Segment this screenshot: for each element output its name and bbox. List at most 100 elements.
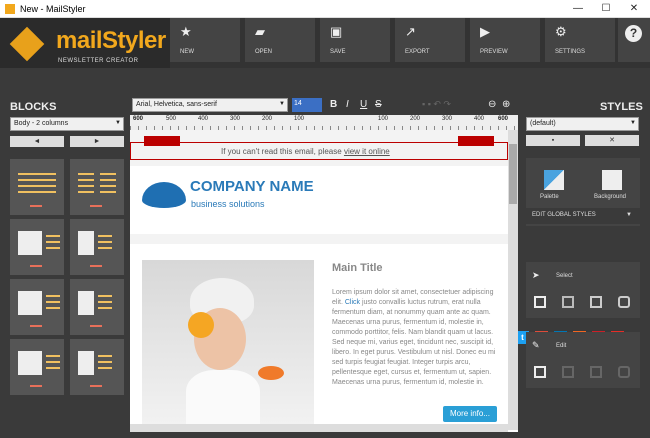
scrollbar-thumb[interactable] [509, 144, 517, 204]
ruler-label: 300 [230, 116, 241, 122]
zoom-in-icon[interactable]: ⊕ [502, 99, 510, 110]
export-button[interactable]: ↗ EXPORT [395, 18, 465, 62]
minimize-button[interactable]: — [564, 0, 592, 18]
window-titlebar: New - MailStyler — ☐ ✕ [0, 0, 650, 18]
ruler-label: 600 [498, 116, 509, 122]
save-style-button[interactable]: ▪ [526, 135, 580, 146]
strikethrough-button[interactable]: S [375, 99, 382, 110]
select-tools-panel: ➤ Select [526, 262, 640, 318]
preheader-text: If you can't read this email, please vie… [221, 147, 390, 156]
block-thumbnail[interactable] [10, 159, 64, 215]
logo-name: mailStyler [56, 27, 166, 54]
preheader-block[interactable]: If you can't read this email, please vie… [130, 142, 508, 160]
background-label: Background [594, 194, 627, 200]
underline-button[interactable]: U [360, 99, 367, 110]
edit-global-label: EDIT GLOBAL STYLES [532, 212, 596, 218]
palette-icon[interactable] [544, 170, 564, 190]
ruler-label: 200 [410, 116, 421, 122]
style-preset-select[interactable]: (default) ▼ [526, 117, 639, 131]
font-size-value: 14 [294, 100, 302, 107]
block-thumbnail[interactable] [70, 279, 124, 335]
settings-label: SETTINGS [555, 49, 586, 55]
chevron-down-icon: ▼ [626, 212, 632, 218]
block-thumbnail[interactable] [70, 219, 124, 275]
view-online-link[interactable]: view it online [344, 147, 390, 156]
block-edit-tools[interactable] [144, 136, 180, 146]
edit-block-icon [562, 366, 574, 378]
company-name: COMPANY NAME [190, 178, 314, 195]
help-button[interactable]: ? [618, 18, 650, 62]
edit-global-styles-button[interactable]: EDIT GLOBAL STYLES ▼ [526, 208, 640, 224]
export-icon: ↗ [405, 24, 416, 39]
app-icon [5, 4, 15, 14]
delete-style-button[interactable]: ✕ [585, 135, 639, 146]
body-text: Lorem ipsum dolor sit amet, consectetuer… [332, 288, 502, 388]
pencil-icon: ✎ [532, 340, 540, 350]
block-thumbnail[interactable] [10, 219, 64, 275]
select-label: Select [556, 273, 573, 279]
cursor-icon: ➤ [532, 270, 540, 280]
app-logo: mailStyler NEWSLETTER CREATOR [0, 18, 170, 68]
palette-label: Palette [540, 194, 559, 200]
ruler-label: 500 [166, 116, 177, 122]
font-family-select[interactable]: Arial, Helvetica, sans-serif ▼ [132, 98, 288, 112]
folder-icon: ▰ [255, 24, 265, 39]
select-grid-icon[interactable] [534, 296, 546, 308]
chevron-down-icon: ▼ [630, 120, 636, 126]
body-text-part: justo convallis luctus rutrum, erat null… [332, 299, 496, 386]
block-layout-value: Body - 2 columns [14, 120, 69, 127]
canvas-scrollbar[interactable] [508, 130, 518, 430]
save-button[interactable]: ▣ SAVE [320, 18, 390, 62]
canvas-hscrollbar[interactable] [130, 424, 508, 432]
block-thumbnail[interactable] [70, 339, 124, 395]
font-size-select[interactable]: 14 [292, 98, 322, 112]
blocks-next-button[interactable]: ► [70, 136, 124, 147]
ruler-label: 400 [474, 116, 485, 122]
flower-icon [258, 366, 284, 380]
close-button[interactable]: ✕ [620, 0, 648, 18]
edit-grid-icon[interactable] [534, 366, 546, 378]
background-icon[interactable] [602, 170, 622, 190]
logo-mark-icon [9, 26, 45, 62]
styles-panel: Palette Background EDIT GLOBAL STYLES ▼ [526, 158, 640, 226]
block-thumbnail[interactable] [10, 279, 64, 335]
new-button[interactable]: ★ NEW [170, 18, 240, 62]
open-button[interactable]: ▰ OPEN [245, 18, 315, 62]
new-label: NEW [180, 49, 194, 55]
logo-subtitle: NEWSLETTER CREATOR [58, 58, 139, 64]
company-logo-icon [142, 182, 186, 208]
header-block[interactable]: COMPANY NAME business solutions [130, 166, 508, 234]
italic-button[interactable]: I [346, 99, 349, 110]
style-preset-value: (default) [530, 120, 556, 127]
more-info-button[interactable]: More info... [443, 406, 497, 422]
block-layout-select[interactable]: Body - 2 columns ▼ [10, 117, 124, 131]
help-icon: ? [625, 25, 642, 42]
settings-button[interactable]: ⚙ SETTINGS [545, 18, 615, 62]
zoom-out-icon[interactable]: ⊖ [488, 99, 496, 110]
block-thumbnail[interactable] [70, 159, 124, 215]
body-click-link[interactable]: Click [345, 299, 360, 306]
main-title: Main Title [332, 262, 383, 274]
select-button-icon[interactable] [618, 296, 630, 308]
gear-icon: ⚙ [555, 24, 567, 39]
select-block-icon[interactable] [562, 296, 574, 308]
maximize-button[interactable]: ☐ [592, 0, 620, 18]
format-tools-disabled: ▪ ▪ ↶ ↷ [422, 99, 451, 109]
ruler-label: 400 [198, 116, 209, 122]
blocks-prev-button[interactable]: ◄ [10, 136, 64, 147]
font-family-value: Arial, Helvetica, sans-serif [136, 101, 217, 108]
bold-button[interactable]: B [330, 99, 337, 110]
ruler-label: 300 [442, 116, 453, 122]
block-thumbnail[interactable] [10, 339, 64, 395]
flower-icon [188, 312, 214, 338]
block-move-tools[interactable] [458, 136, 494, 146]
ruler: 600 500 400 300 200 100 100 200 300 400 … [130, 115, 518, 130]
preview-button[interactable]: ▶ PREVIEW [470, 18, 540, 62]
save-label: SAVE [330, 49, 346, 55]
select-image-icon[interactable] [590, 296, 602, 308]
shirt [186, 370, 260, 426]
window-title: New - MailStyler [20, 4, 86, 14]
export-label: EXPORT [405, 49, 430, 55]
ruler-label: 100 [294, 116, 305, 122]
ruler-label: 600 [133, 116, 144, 122]
